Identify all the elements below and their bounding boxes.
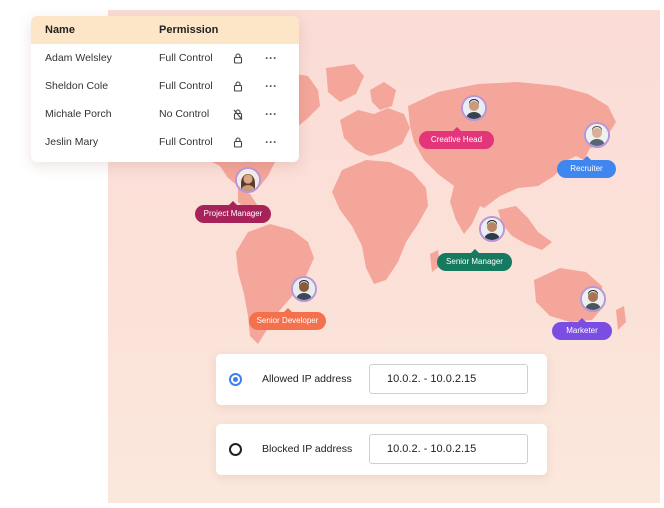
allowed-ip-radio[interactable] [229,373,242,386]
blocked-ip-radio[interactable] [229,443,242,456]
avatar [235,167,261,193]
map-greenland [326,64,364,102]
blocked-ip-card: Blocked IP address 10.0.2. - 10.0.2.15 [216,424,547,475]
map-southeast-asia [498,206,552,250]
role-tag: Marketer [552,318,612,340]
table-row[interactable]: Michale Porch No Control ··· [31,100,299,128]
column-header-permission: Permission [159,24,219,36]
more-options-icon[interactable]: ··· [265,51,295,65]
user-name: Adam Welsley [45,52,112,64]
more-options-icon[interactable]: ··· [265,79,295,93]
lock-icon[interactable] [233,52,265,64]
avatar [479,216,505,242]
map-new-zealand [616,306,626,330]
map-scandinavia [370,82,396,110]
table-header: Name Permission [31,16,299,44]
map-europe [340,108,410,156]
more-options-icon[interactable]: ··· [265,107,295,121]
avatar [291,276,317,302]
column-header-name: Name [45,24,75,36]
more-options-icon[interactable]: ··· [265,135,295,149]
user-permission: No Control [159,108,210,120]
role-tag: Recruiter [557,156,616,178]
role-tag: Senior Developer [249,308,326,330]
permissions-table: Name Permission Adam Welsley Full Contro… [31,16,299,162]
user-name: Jeslin Mary [45,136,99,148]
blocked-ip-label: Blocked IP address [262,443,353,455]
lock-icon[interactable] [233,136,265,148]
role-tag: Creative Head [419,127,494,149]
user-permission: Full Control [159,80,213,92]
user-permission: Full Control [159,136,213,148]
avatar [461,95,487,121]
unlock-icon[interactable] [233,108,265,120]
role-tag: Project Manager [195,201,271,223]
allowed-ip-label: Allowed IP address [262,373,352,385]
allowed-ip-card: Allowed IP address 10.0.2. - 10.0.2.15 [216,354,547,405]
map-africa [332,160,428,284]
table-row[interactable]: Sheldon Cole Full Control ··· [31,72,299,100]
avatar [584,122,610,148]
table-row[interactable]: Jeslin Mary Full Control ··· [31,128,299,156]
avatar [580,286,606,312]
allowed-ip-input[interactable]: 10.0.2. - 10.0.2.15 [369,364,528,394]
blocked-ip-input[interactable]: 10.0.2. - 10.0.2.15 [369,434,528,464]
lock-icon[interactable] [233,80,265,92]
user-permission: Full Control [159,52,213,64]
user-name: Sheldon Cole [45,80,109,92]
role-tag: Senior Manager [437,249,512,271]
table-row[interactable]: Adam Welsley Full Control ··· [31,44,299,72]
user-name: Michale Porch [45,108,112,120]
